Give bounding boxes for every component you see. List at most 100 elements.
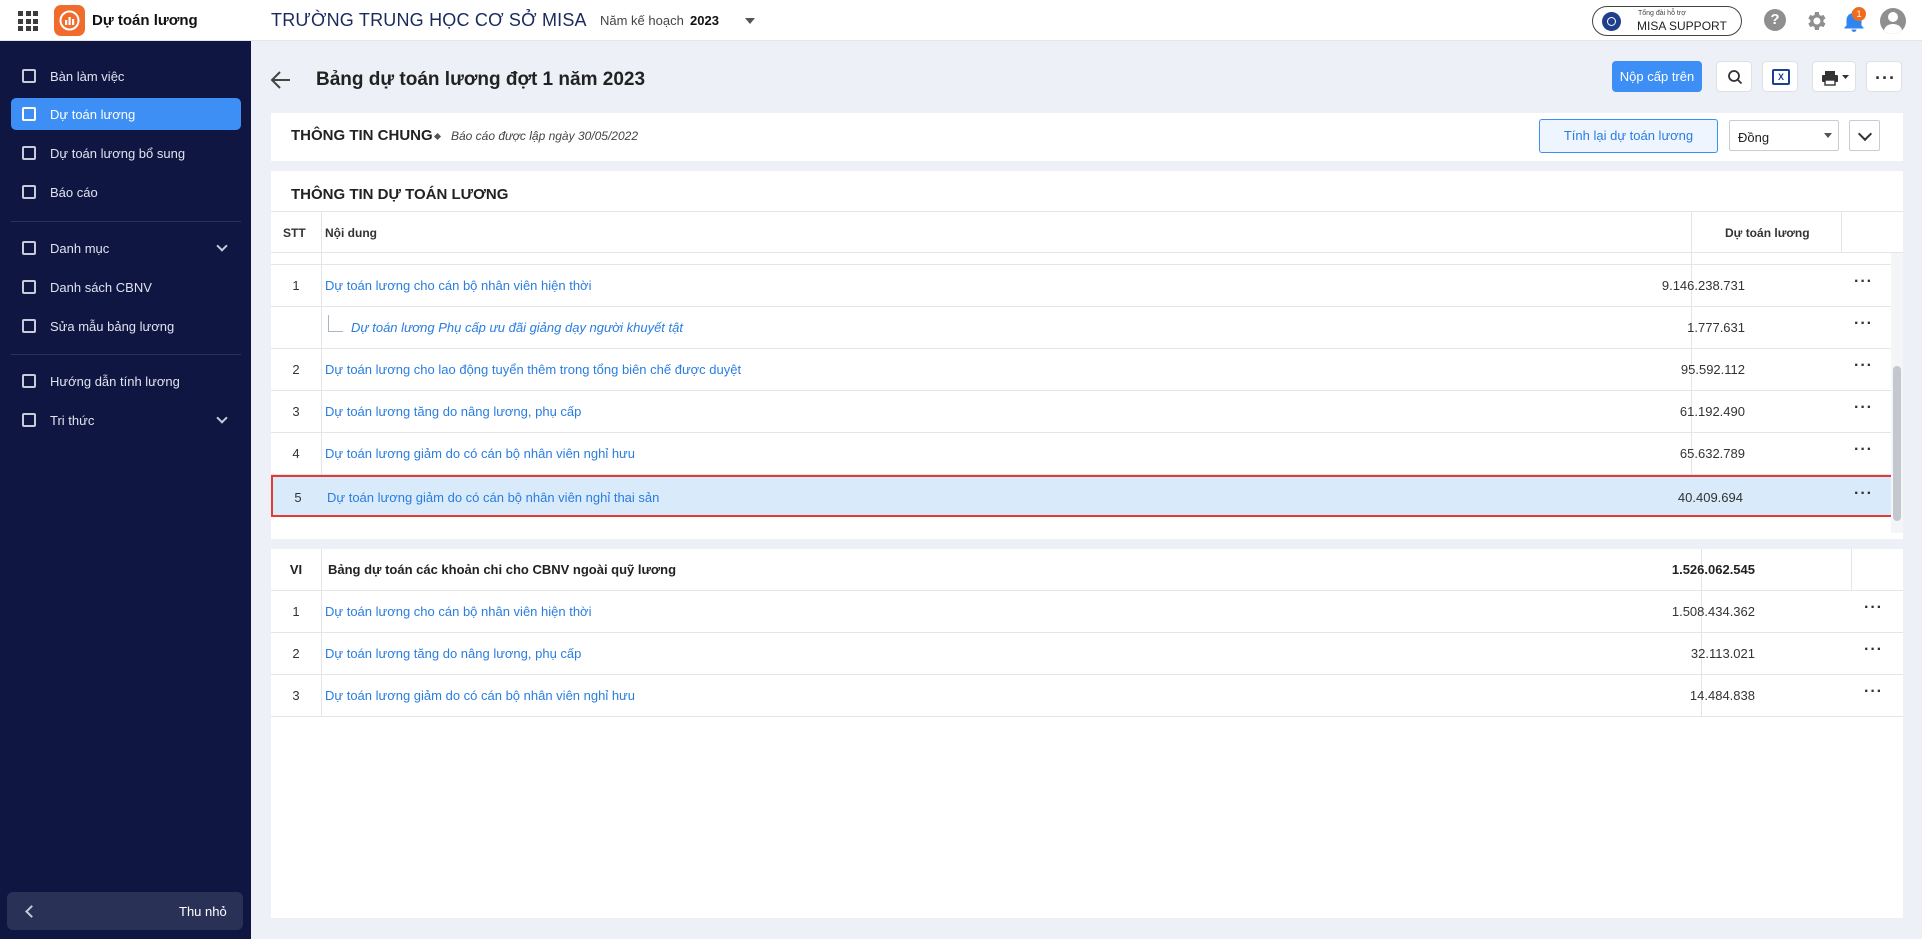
row-more-icon[interactable]: ···: [1854, 315, 1873, 333]
row-amount: 95.592.112: [1680, 362, 1745, 377]
support-button[interactable]: Tổng đài hỗ trợ MISA SUPPORT: [1592, 6, 1742, 36]
row-content-link[interactable]: Dự toán lương tăng do nâng lương, phụ cấ…: [325, 646, 581, 661]
table-row[interactable]: 1 Dự toán lương cho cán bộ nhân viên hiệ…: [271, 591, 1903, 633]
table-row-partial: [271, 253, 1903, 265]
sidebar-item-staff-list[interactable]: Danh sách CBNV: [11, 271, 241, 303]
page-title: Bảng dự toán lương đợt 1 năm 2023: [316, 69, 646, 90]
sidebar-item-knowledge[interactable]: Tri thức: [11, 404, 241, 436]
table-row[interactable]: 2 Dự toán lương tăng do nâng lương, phụ …: [271, 633, 1903, 675]
row-more-icon[interactable]: ···: [1854, 357, 1873, 375]
row-content-link[interactable]: Dự toán lương tăng do nâng lương, phụ cấ…: [325, 404, 581, 419]
sidebar-item-supplement[interactable]: Dự toán lương bổ sung: [11, 137, 241, 169]
row-more-icon[interactable]: ···: [1854, 441, 1873, 459]
help-icon[interactable]: ?: [1764, 9, 1788, 33]
app-logo: [54, 5, 85, 36]
row-stt: 5: [294, 490, 302, 505]
app-name: Dự toán lương: [92, 12, 198, 29]
recalculate-button[interactable]: Tính lại dự toán lương: [1539, 119, 1718, 153]
row-amount: 65.632.789: [1679, 446, 1745, 461]
school-name: TRƯỜNG TRUNG HỌC CƠ SỞ MISA: [271, 10, 587, 30]
row-content-link[interactable]: Dự toán lương cho cán bộ nhân viên hiện …: [325, 278, 591, 293]
estimate-icon: [22, 107, 36, 121]
sidebar-item-edit-template[interactable]: Sửa mẫu bảng lương: [11, 310, 241, 342]
submit-to-superior-button[interactable]: Nộp cấp trên: [1612, 61, 1702, 92]
back-arrow-icon[interactable]: [270, 70, 292, 90]
report-icon: [22, 185, 36, 199]
row-amount: 32.113.021: [1690, 646, 1755, 661]
table-header: STT Nội dung Dự toán lương: [271, 211, 1903, 253]
table-row[interactable]: 1 Dự toán lương cho cán bộ nhân viên hiệ…: [271, 265, 1903, 307]
sidebar-item-label: Báo cáo: [50, 185, 98, 200]
sidebar-item-report[interactable]: Báo cáo: [11, 176, 241, 208]
support-caption: Tổng đài hỗ trợ: [1638, 10, 1686, 17]
row-more-icon[interactable]: ···: [1864, 641, 1883, 659]
help-glyph: ?: [1764, 9, 1786, 31]
sidebar-item-label: Bàn làm việc: [50, 69, 125, 84]
chevron-down-icon: [216, 240, 228, 252]
print-button[interactable]: [1812, 61, 1856, 92]
export-excel-button[interactable]: X: [1762, 61, 1798, 92]
section-vi-card: VI Bảng dự toán các khoản chi cho CBNV n…: [271, 549, 1903, 918]
collapse-sidebar-button[interactable]: Thu nhỏ: [7, 892, 243, 930]
column-header-stt: STT: [283, 226, 306, 240]
currency-unit-value: Đồng: [1738, 130, 1770, 145]
sidebar-item-desk[interactable]: Bàn làm việc: [11, 60, 241, 92]
sidebar-item-label: Danh mục: [50, 241, 110, 256]
user-avatar[interactable]: [1880, 8, 1906, 34]
currency-unit-select[interactable]: Đồng: [1729, 120, 1839, 151]
caret-down-icon: [1824, 133, 1832, 138]
app-grid-icon[interactable]: [18, 11, 38, 31]
table-row[interactable]: 3 Dự toán lương tăng do nâng lương, phụ …: [271, 391, 1903, 433]
row-more-icon[interactable]: ···: [1854, 273, 1873, 291]
section-header-row: VI Bảng dự toán các khoản chi cho CBNV n…: [271, 549, 1903, 591]
expand-toggle-button[interactable]: [1849, 120, 1880, 151]
row-content-link[interactable]: Dự toán lương Phụ cấp ưu đãi giảng dạy n…: [351, 320, 683, 335]
table-row[interactable]: 4 Dự toán lương giảm do có cán bộ nhân v…: [271, 433, 1903, 475]
row-more-icon[interactable]: ···: [1854, 399, 1873, 417]
knowledge-icon: [22, 413, 36, 427]
chart-logo-icon: [59, 10, 80, 31]
sidebar-item-guide[interactable]: Hướng dẫn tính lương: [11, 365, 241, 397]
row-stt: 2: [292, 362, 300, 377]
more-icon: ···: [1875, 68, 1896, 88]
row-content-link[interactable]: Dự toán lương cho lao động tuyển thêm tr…: [325, 362, 741, 377]
table-row[interactable]: 3 Dự toán lương giảm do có cán bộ nhân v…: [271, 675, 1903, 717]
search-button[interactable]: [1716, 61, 1752, 92]
row-amount: 9.146.238.731: [1661, 278, 1745, 293]
table-row[interactable]: 2 Dự toán lương cho lao động tuyển thêm …: [271, 349, 1903, 391]
list-icon: [22, 241, 36, 255]
printer-icon: [1822, 71, 1849, 86]
row-content-link[interactable]: Dự toán lương giảm do có cán bộ nhân viê…: [325, 446, 635, 461]
row-content-link[interactable]: Dự toán lương giảm do có cán bộ nhân viê…: [327, 490, 659, 505]
gear-icon[interactable]: [1804, 9, 1828, 33]
staff-icon: [22, 280, 36, 294]
sidebar-item-salary-estimate[interactable]: Dự toán lương: [11, 98, 241, 130]
plan-year-value[interactable]: 2023: [690, 13, 719, 28]
row-more-icon[interactable]: ···: [1864, 683, 1883, 701]
table-scrollbar-thumb[interactable]: [1893, 366, 1901, 521]
row-amount: 1.777.631: [1687, 320, 1745, 335]
row-content-link[interactable]: Dự toán lương giảm do có cán bộ nhân viê…: [325, 688, 635, 703]
sidebar: Bàn làm việc Dự toán lương Dự toán lương…: [0, 41, 251, 939]
supplement-icon: [22, 146, 36, 160]
row-stt: 3: [292, 688, 300, 703]
table-row[interactable]: Dự toán lương Phụ cấp ưu đãi giảng dạy n…: [271, 307, 1903, 349]
sidebar-divider: [11, 354, 241, 355]
sidebar-item-label: Dự toán lương: [50, 107, 136, 122]
chevron-down-icon: [216, 412, 228, 424]
row-amount: 1.508.434.362: [1671, 604, 1755, 619]
more-options-button[interactable]: ···: [1866, 61, 1902, 92]
collapse-label: Thu nhỏ: [179, 904, 227, 919]
row-amount: 61.192.490: [1679, 404, 1745, 419]
notification-badge: 1: [1852, 7, 1866, 21]
excel-icon: X: [1772, 69, 1790, 85]
row-more-icon[interactable]: ···: [1864, 599, 1883, 617]
row-content-link[interactable]: Dự toán lương cho cán bộ nhân viên hiện …: [325, 604, 591, 619]
table-row-selected[interactable]: 5 Dự toán lương giảm do có cán bộ nhân v…: [271, 475, 1893, 517]
plan-year-dropdown-icon[interactable]: [745, 18, 755, 24]
salary-estimate-card: THÔNG TIN DỰ TOÁN LƯƠNG STT Nội dung Dự …: [271, 171, 1903, 539]
guide-icon: [22, 374, 36, 388]
row-more-icon[interactable]: ···: [1854, 485, 1873, 503]
sidebar-item-catalog[interactable]: Danh mục: [11, 232, 241, 264]
top-bar: Dự toán lương TRƯỜNG TRUNG HỌC CƠ SỞ MIS…: [0, 0, 1922, 41]
